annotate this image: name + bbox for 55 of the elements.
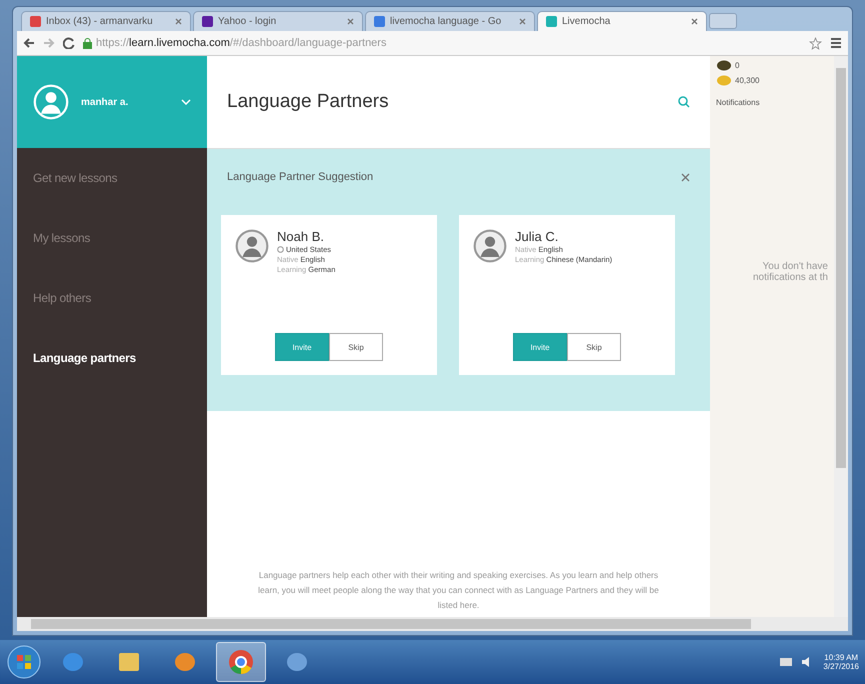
invite-button[interactable]: Invite [513, 333, 567, 361]
notifications-title: Notifications [716, 98, 761, 107]
skip-button[interactable]: Skip [567, 333, 621, 361]
forward-icon[interactable] [43, 37, 55, 49]
favicon-icon [202, 16, 213, 27]
close-icon[interactable] [691, 18, 698, 25]
close-icon[interactable] [347, 18, 354, 25]
empty-message: notifications at th [752, 272, 828, 283]
back-icon[interactable] [23, 37, 35, 49]
sidebar-item[interactable]: Language partners [17, 328, 207, 388]
chrome-icon [228, 649, 254, 675]
user-name[interactable]: manhar a. [81, 96, 169, 108]
sidebar-item[interactable]: Help others [17, 268, 207, 328]
skip-button[interactable]: Skip [329, 333, 383, 361]
empty-message: You don't have [762, 261, 828, 272]
new-tab-button[interactable] [709, 13, 737, 29]
star-icon[interactable] [809, 36, 822, 50]
lock-icon [83, 38, 92, 48]
avatar-icon [473, 229, 507, 263]
partner-name[interactable]: Noah B. [277, 229, 336, 244]
address-bar[interactable]: https://learn.livemocha.com/#/dashboard/language-partners [96, 37, 386, 49]
info-paragraph: Language partners help each other with their writing and speaking exercises. As you learn and help others learn, you will meet people along the way that you can connect with as Language Partners and they will be listed here. [257, 569, 660, 612]
close-icon[interactable] [175, 18, 182, 25]
chevron-down-icon[interactable] [181, 99, 191, 105]
browser-tab[interactable]: Yahoo - login [193, 11, 363, 31]
close-icon[interactable] [681, 172, 690, 182]
favicon-icon [546, 16, 557, 27]
close-icon[interactable] [519, 18, 526, 25]
coin-icon [716, 60, 732, 71]
favicon-icon [30, 16, 41, 27]
avatar-icon [33, 84, 69, 120]
avatar-icon [235, 229, 269, 263]
reload-icon[interactable] [63, 37, 75, 49]
vertical-scrollbar[interactable] [834, 56, 848, 617]
coin-icon [716, 75, 732, 86]
start-button[interactable] [6, 644, 42, 680]
sidebar-item[interactable]: My lessons [17, 208, 207, 268]
coin-amount: 40,300 [735, 76, 760, 85]
horizontal-scrollbar[interactable] [17, 617, 848, 631]
page-title: Language Partners [227, 91, 389, 113]
panel-title: Language Partner Suggestion [227, 171, 374, 183]
invite-button[interactable]: Invite [275, 333, 329, 361]
sidebar-item[interactable]: Get new lessons [17, 148, 207, 208]
menu-icon[interactable] [830, 37, 842, 49]
browser-tab[interactable]: livemocha language - Go [365, 11, 535, 31]
coin-amount: 0 [735, 61, 740, 70]
taskbar-app[interactable] [216, 642, 266, 682]
favicon-icon [374, 16, 385, 27]
browser-tab[interactable]: Livemocha [537, 11, 707, 31]
browser-tab[interactable]: Inbox (43) - armanvarku [21, 11, 191, 31]
clock[interactable]: 10:39 AM 3/27/2016 [823, 653, 859, 671]
partner-name[interactable]: Julia C. [515, 229, 612, 244]
network-icon[interactable] [779, 656, 794, 668]
search-icon[interactable] [678, 96, 690, 108]
folder-icon [117, 650, 141, 674]
